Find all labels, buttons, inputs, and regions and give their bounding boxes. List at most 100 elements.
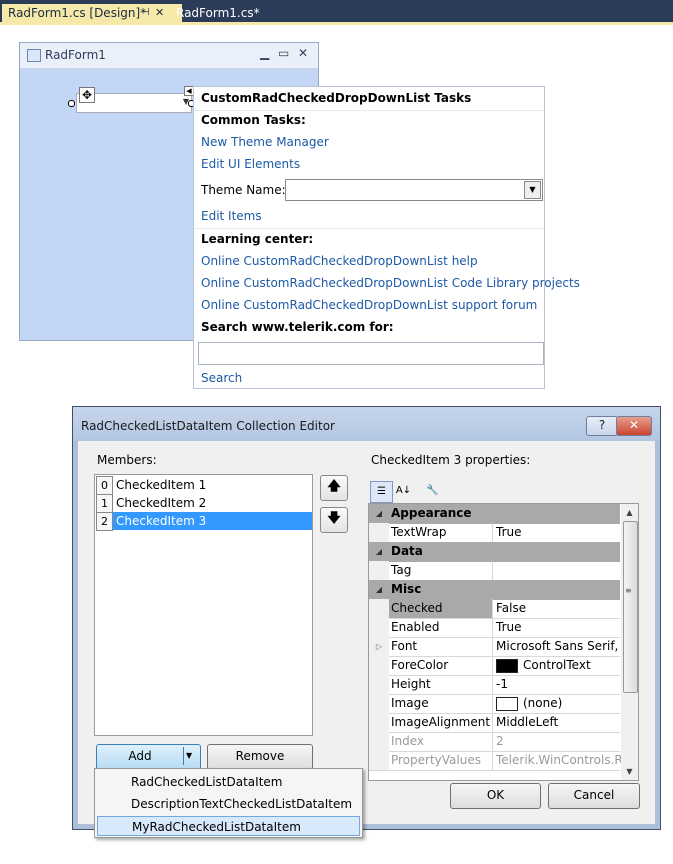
move-up-button[interactable]: 🡅 xyxy=(320,475,348,501)
tab-radform1-design[interactable]: RadForm1.cs [Design]* ⊣ ✕ xyxy=(2,4,182,22)
new-theme-manager-link[interactable]: New Theme Manager xyxy=(201,135,329,149)
value-text: Microsoft Sans Serif, 8.25pt xyxy=(496,639,621,653)
menu-item-radcheckedlistdataitem[interactable]: RadCheckedListDataItem xyxy=(97,772,360,792)
add-button-label[interactable]: Add xyxy=(97,745,183,767)
property-grid-toolbar: ☰ A↓ 🔧 xyxy=(368,481,448,503)
property-row-imagealignment[interactable]: ImageAlignment MiddleLeft xyxy=(369,713,620,733)
ok-button[interactable]: OK xyxy=(450,783,541,809)
arrow-down-icon: 🡇 xyxy=(327,511,341,526)
property-pages-icon[interactable]: 🔧 xyxy=(422,481,443,501)
member-index: 2 xyxy=(96,512,113,531)
property-row-enabled[interactable]: Enabled True xyxy=(369,618,620,638)
search-heading: Search www.telerik.com for: xyxy=(201,320,394,334)
pin-icon[interactable]: ⊣ xyxy=(141,4,150,22)
value-text: False xyxy=(496,601,527,615)
property-row-height[interactable]: Height -1 xyxy=(369,675,620,695)
property-value[interactable]: True xyxy=(492,618,621,637)
row-gutter xyxy=(369,599,389,618)
members-list[interactable]: 0 CheckedItem 1 1 CheckedItem 2 2 Checke… xyxy=(94,474,313,736)
member-name: CheckedItem 2 xyxy=(116,496,207,510)
value-text: True xyxy=(496,620,522,634)
selection-handle-left[interactable] xyxy=(68,100,75,107)
categorized-icon[interactable]: ☰ xyxy=(370,481,393,503)
menu-item-descriptiontextcheckedlistdataitem[interactable]: DescriptionTextCheckedListDataItem xyxy=(97,794,360,814)
edit-items-link[interactable]: Edit Items xyxy=(201,209,262,223)
minimize-icon: ▁ xyxy=(260,46,270,60)
code-library-link[interactable]: Online CustomRadCheckedDropDownList Code… xyxy=(201,276,580,290)
property-row-image[interactable]: Image (none) xyxy=(369,694,620,714)
property-name: ImageAlignment xyxy=(391,715,491,729)
scroll-down-icon[interactable]: ▼ xyxy=(621,763,638,780)
edit-ui-elements-link[interactable]: Edit UI Elements xyxy=(201,157,300,171)
move-handle-icon[interactable]: ✥ xyxy=(79,87,95,103)
move-down-button[interactable]: 🡇 xyxy=(320,507,348,533)
property-value[interactable]: -1 xyxy=(492,675,621,694)
menu-item-myradcheckedlistdataitem[interactable]: MyRadCheckedListDataItem xyxy=(97,816,360,836)
list-item-selected[interactable]: 2 CheckedItem 3 xyxy=(96,512,312,531)
search-link[interactable]: Search xyxy=(201,371,242,385)
property-row-textwrap[interactable]: TextWrap True xyxy=(369,523,620,543)
search-input[interactable] xyxy=(198,342,544,365)
property-value[interactable]: MiddleLeft xyxy=(492,713,621,732)
property-value[interactable]: True xyxy=(492,523,621,542)
category-label: Misc xyxy=(391,582,422,596)
property-value[interactable]: False xyxy=(492,599,621,618)
dialog-body: Members: 0 CheckedItem 1 1 CheckedItem 2… xyxy=(81,441,654,823)
row-gutter xyxy=(369,523,389,542)
cancel-button[interactable]: Cancel xyxy=(548,783,640,809)
value-text: 2 xyxy=(496,734,504,748)
tab-radform1-code[interactable]: RadForm1.cs* xyxy=(170,4,267,22)
value-text: MiddleLeft xyxy=(496,715,559,729)
collapse-icon[interactable]: ◢ xyxy=(369,542,389,561)
property-value[interactable]: (none) xyxy=(492,694,621,713)
chevron-down-icon[interactable]: ▼ xyxy=(186,745,192,767)
dialog-close-button[interactable]: ✕ xyxy=(616,416,652,436)
tasks-header: CustomRadCheckedDropDownList Tasks xyxy=(201,91,472,105)
property-name: Tag xyxy=(391,563,412,577)
value-text: Telerik.WinControls.RadPropertyValueColl… xyxy=(496,753,621,767)
scroll-thumb[interactable] xyxy=(623,521,638,693)
property-row-forecolor[interactable]: ForeColor ControlText xyxy=(369,656,620,676)
row-gutter xyxy=(369,675,389,694)
chevron-down-icon[interactable]: ▼ xyxy=(524,181,541,199)
value-text: (none) xyxy=(523,696,563,710)
expand-icon[interactable]: ▷ xyxy=(369,637,389,656)
alphabetical-sort-icon[interactable]: A↓ xyxy=(393,481,414,501)
property-row-checked[interactable]: Checked False xyxy=(369,599,620,619)
list-item[interactable]: 1 CheckedItem 2 xyxy=(96,494,312,513)
support-forum-link[interactable]: Online CustomRadCheckedDropDownList supp… xyxy=(201,298,537,312)
list-item[interactable]: 0 CheckedItem 1 xyxy=(96,476,312,495)
collapse-icon[interactable]: ◢ xyxy=(369,580,389,599)
collapse-icon[interactable]: ◢ xyxy=(369,504,389,523)
member-name: CheckedItem 3 xyxy=(116,514,207,528)
collection-editor-dialog: RadCheckedListDataItem Collection Editor… xyxy=(72,406,661,830)
row-gutter xyxy=(369,694,389,713)
dialog-title-bar: RadCheckedListDataItem Collection Editor… xyxy=(73,407,660,441)
category-label: Appearance xyxy=(391,506,472,520)
remove-button[interactable]: Remove xyxy=(207,744,313,770)
help-link[interactable]: Online CustomRadCheckedDropDownList help xyxy=(201,254,478,268)
form-title: RadForm1 xyxy=(45,48,106,62)
add-split-button[interactable]: Add ▼ xyxy=(96,744,201,770)
property-name: Image xyxy=(391,696,429,710)
category-data[interactable]: ◢ Data xyxy=(369,542,620,562)
property-value[interactable]: Microsoft Sans Serif, 8.25pt xyxy=(492,637,621,656)
property-row-font[interactable]: ▷ Font Microsoft Sans Serif, 8.25pt xyxy=(369,637,621,657)
close-icon[interactable]: ✕ xyxy=(155,4,164,22)
property-row-tag[interactable]: Tag xyxy=(369,561,620,581)
maximize-icon: ▭ xyxy=(278,46,290,60)
help-button[interactable]: ? xyxy=(586,416,618,436)
add-item-type-menu: RadCheckedListDataItem DescriptionTextCh… xyxy=(94,768,363,838)
common-tasks-heading: Common Tasks: xyxy=(201,113,306,127)
property-row-propertyvalues[interactable]: PropertyValues Telerik.WinControls.RadPr… xyxy=(369,751,621,771)
category-appearance[interactable]: ◢ Appearance xyxy=(369,504,620,524)
property-value[interactable] xyxy=(492,561,621,580)
property-value[interactable]: ControlText xyxy=(492,656,621,675)
theme-name-select[interactable]: ▼ xyxy=(285,179,543,201)
property-grid[interactable]: ◢ Appearance TextWrap True ◢ Data Tag ◢ … xyxy=(368,503,639,781)
property-row-index[interactable]: Index 2 xyxy=(369,732,620,752)
separator xyxy=(194,228,544,229)
category-misc[interactable]: ◢ Misc xyxy=(369,580,620,600)
scroll-up-icon[interactable]: ▲ xyxy=(621,504,638,521)
property-grid-scrollbar[interactable]: ▲ ≡ ▼ xyxy=(621,504,638,780)
